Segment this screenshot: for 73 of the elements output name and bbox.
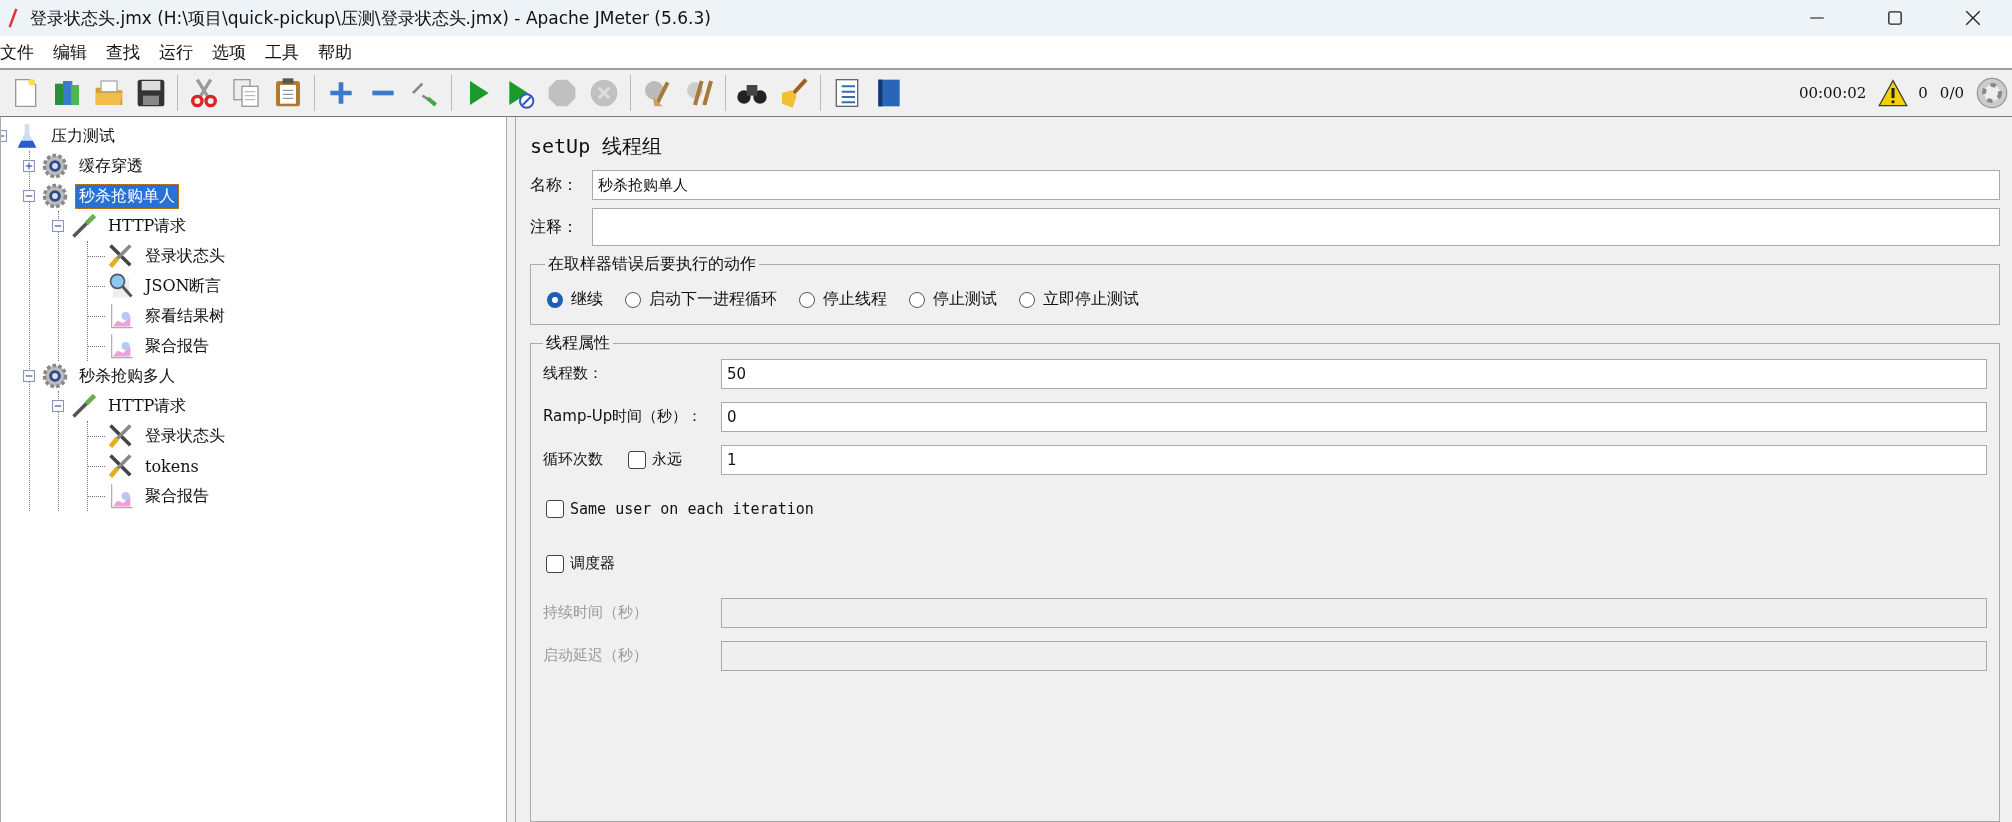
panel-title: setUp 线程组 bbox=[530, 133, 664, 160]
maximize-icon[interactable] bbox=[1886, 9, 1904, 27]
radio-button[interactable] bbox=[625, 291, 641, 308]
collapse-toggle-icon[interactable] bbox=[52, 400, 64, 412]
menu-item[interactable]: 文件 bbox=[0, 40, 43, 64]
radio-label: 启动下一进程循环 bbox=[649, 289, 777, 310]
menu-item[interactable]: 工具 bbox=[265, 40, 308, 64]
name-field[interactable]: 秒杀抢购单人 bbox=[592, 170, 2000, 200]
field-label: 线程数： bbox=[543, 364, 604, 383]
menu-item[interactable]: 选项 bbox=[212, 40, 255, 64]
menu-item[interactable]: 帮助 bbox=[318, 40, 361, 64]
gear-icon bbox=[41, 152, 69, 180]
menu-item[interactable]: 编辑 bbox=[53, 40, 96, 64]
scissors-icon[interactable] bbox=[188, 77, 220, 109]
warning-icon[interactable] bbox=[1878, 79, 1909, 107]
pipette-icon bbox=[70, 212, 98, 240]
input-field[interactable]: 1 bbox=[721, 444, 1987, 475]
group-title: 在取样器错误后要执行的动作 bbox=[547, 254, 757, 275]
tree-item[interactable]: 秒杀抢购多人 bbox=[75, 363, 179, 389]
tree-item[interactable]: 聚合报告 bbox=[141, 333, 213, 359]
collapse-toggle-icon[interactable] bbox=[23, 370, 35, 382]
tree-item[interactable]: 登录状态头 bbox=[141, 243, 229, 269]
checkbox-label: 调度器 bbox=[570, 554, 615, 573]
radio-button[interactable] bbox=[547, 291, 563, 308]
comments-field[interactable] bbox=[592, 208, 2000, 246]
field-label: 名称： bbox=[530, 174, 579, 196]
tree-item[interactable]: HTTP请求 bbox=[104, 213, 191, 239]
magnifier-icon bbox=[107, 272, 135, 300]
radio-button[interactable] bbox=[799, 291, 815, 308]
checkbox-label: 永远 bbox=[652, 450, 682, 469]
copy-icon[interactable] bbox=[230, 77, 262, 109]
radio-label: 继续 bbox=[571, 289, 603, 310]
field-label: 启动延迟（秒） bbox=[543, 646, 649, 665]
field-label: Ramp-Up时间（秒）： bbox=[543, 407, 704, 426]
error-count: 0 bbox=[1918, 84, 1928, 102]
tree-item[interactable]: JSON断言 bbox=[141, 273, 226, 299]
expand-toggle-icon[interactable] bbox=[23, 160, 35, 172]
close-icon[interactable] bbox=[1964, 9, 1982, 27]
radio-button[interactable] bbox=[909, 291, 925, 308]
field-label: 持续时间（秒） bbox=[543, 603, 649, 622]
tree-item[interactable]: 察看结果树 bbox=[141, 303, 229, 329]
input-field[interactable]: 50 bbox=[721, 358, 1987, 389]
gear-icon bbox=[41, 182, 69, 210]
tree-item[interactable]: HTTP请求 bbox=[104, 393, 191, 419]
radio-button[interactable] bbox=[1019, 291, 1035, 308]
collapse-toggle-icon[interactable] bbox=[23, 190, 35, 202]
feather-icon bbox=[8, 7, 18, 29]
collapse-toggle-icon[interactable] bbox=[52, 220, 64, 232]
group-title: 线程属性 bbox=[545, 333, 611, 354]
tree-item[interactable]: 秒杀抢购单人 bbox=[75, 183, 179, 209]
tree-item[interactable]: 压力测试 bbox=[47, 123, 119, 149]
checkbox-label: Same user on each iteration bbox=[570, 499, 814, 518]
window-title: 登录状态头.jmx (H:\项目\quick-pickup\压测\登录状态头.jmx) - Apache JMeter (5.6.3) bbox=[30, 6, 711, 30]
menu-item[interactable]: 查找 bbox=[106, 40, 149, 64]
checkbox[interactable] bbox=[628, 450, 646, 469]
tree-item[interactable]: 聚合报告 bbox=[141, 483, 213, 509]
input-field[interactable]: 0 bbox=[721, 401, 1987, 432]
gear-icon bbox=[41, 362, 69, 390]
checkbox[interactable] bbox=[546, 554, 564, 573]
field-label: 注释： bbox=[530, 216, 579, 238]
menu-item[interactable]: 运行 bbox=[159, 40, 202, 64]
radio-label: 立即停止测试 bbox=[1043, 289, 1139, 310]
radio-label: 停止线程 bbox=[823, 289, 887, 310]
radio-label: 停止测试 bbox=[933, 289, 997, 310]
tree-item[interactable]: 缓存穿透 bbox=[75, 153, 147, 179]
elapsed-time: 00:00:02 bbox=[1798, 84, 1867, 102]
pipette-icon bbox=[70, 392, 98, 420]
lifebuoy-icon[interactable] bbox=[1976, 77, 2008, 109]
thread-count: 0/0 bbox=[1939, 84, 1964, 102]
tree-item[interactable]: 登录状态头 bbox=[141, 423, 229, 449]
field-label: 循环次数 bbox=[543, 450, 603, 469]
checkbox[interactable] bbox=[546, 499, 564, 518]
tree-item[interactable]: tokens bbox=[141, 454, 203, 478]
